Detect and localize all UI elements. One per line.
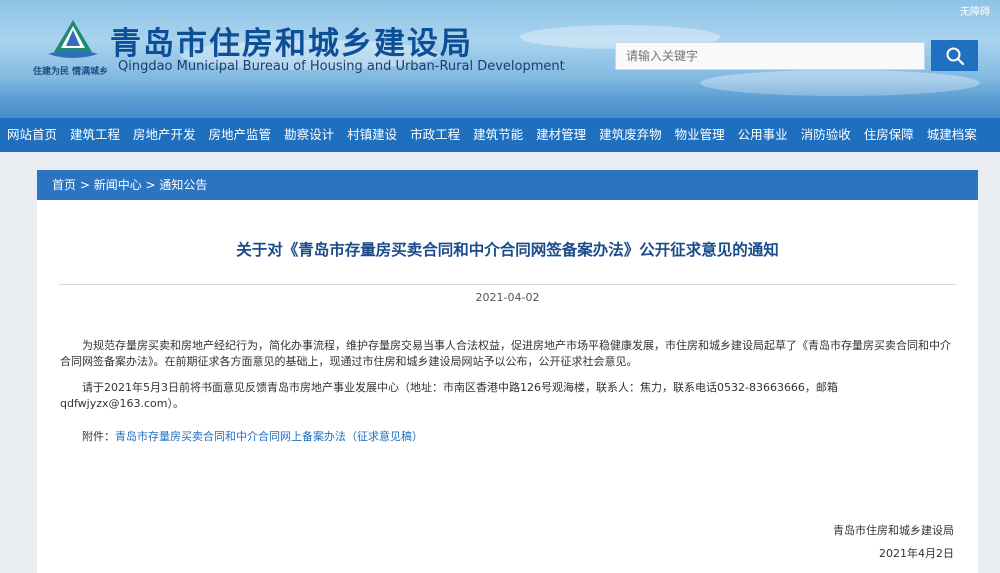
nav-item-archives[interactable]: 城建档案 xyxy=(920,118,983,152)
nav-item-housing[interactable]: 住房保障 xyxy=(857,118,920,152)
article-card: 首页 > 新闻中心 > 通知公告 关于对《青岛市存量房买卖合同和中介合同网签备案… xyxy=(37,170,978,573)
nav-item-survey-design[interactable]: 勘察设计 xyxy=(278,118,341,152)
nav-item-fire[interactable]: 消防验收 xyxy=(794,118,857,152)
signature-date: 2021年4月2日 xyxy=(879,547,954,560)
article-title: 关于对《青岛市存量房买卖合同和中介合同网签备案办法》公开征求意见的通知 xyxy=(236,241,779,259)
site-title-english: Qingdao Municipal Bureau of Housing and … xyxy=(118,59,565,74)
nav-item-property[interactable]: 物业管理 xyxy=(668,118,731,152)
publish-date: 2021-04-02 xyxy=(475,291,540,304)
breadcrumb: 首页 > 新闻中心 > 通知公告 xyxy=(37,170,978,200)
nav-item-materials[interactable]: 建材管理 xyxy=(530,118,593,152)
attachment-link[interactable]: 青岛市存量房买卖合同和中介合同网上备案办法（征求意见稿） xyxy=(115,430,423,443)
breadcrumb-separator: > xyxy=(76,178,94,192)
title-divider xyxy=(59,284,956,285)
breadcrumb-home[interactable]: 首页 xyxy=(52,178,76,192)
nav-item-waste[interactable]: 建筑废弃物 xyxy=(593,118,669,152)
signature-organization: 青岛市住房和城乡建设局 xyxy=(833,524,954,537)
search-input[interactable] xyxy=(615,42,925,70)
nav-item-real-estate-supervision[interactable]: 房地产监管 xyxy=(202,118,278,152)
article-paragraph-2: 请于2021年5月3日前将书面意见反馈青岛市房地产事业发展中心（地址：市南区香港… xyxy=(60,381,838,410)
breadcrumb-separator: > xyxy=(141,178,160,192)
nav-item-construction[interactable]: 建筑工程 xyxy=(64,118,127,152)
breadcrumb-current[interactable]: 通知公告 xyxy=(159,178,207,192)
site-title: 青岛市住房和城乡建设局 xyxy=(110,26,473,62)
nav-item-energy[interactable]: 建筑节能 xyxy=(467,118,530,152)
bureau-logo-icon xyxy=(48,20,98,58)
article-paragraph-1: 为规范存量房买卖和房地产经纪行为，简化办事流程，维护存量房交易当事人合法权益，促… xyxy=(60,339,951,368)
search-button[interactable] xyxy=(931,40,978,71)
attachment-label: 附件： xyxy=(82,430,115,443)
search-icon xyxy=(946,47,964,65)
nav-item-town-construction[interactable]: 村镇建设 xyxy=(341,118,404,152)
nav-item-municipal[interactable]: 市政工程 xyxy=(404,118,467,152)
site-header: 住建为民 情满城乡 青岛市住房和城乡建设局 Qingdao Municipal … xyxy=(0,0,1000,118)
nav-item-home[interactable]: 网站首页 xyxy=(0,118,64,152)
main-nav: 网站首页 建筑工程 房地产开发 房地产监管 勘察设计 村镇建设 市政工程 建筑节… xyxy=(0,118,1000,152)
accessibility-link[interactable]: 无障碍 xyxy=(960,3,990,18)
nav-item-utilities[interactable]: 公用事业 xyxy=(731,118,794,152)
attachment-line: 附件：青岛市存量房买卖合同和中介合同网上备案办法（征求意见稿） xyxy=(82,428,423,444)
breadcrumb-section[interactable]: 新闻中心 xyxy=(94,178,142,192)
logo-slogan: 住建为民 情满城乡 xyxy=(33,67,109,77)
nav-item-real-estate-dev[interactable]: 房地产开发 xyxy=(127,118,203,152)
header-sea xyxy=(0,78,1000,118)
